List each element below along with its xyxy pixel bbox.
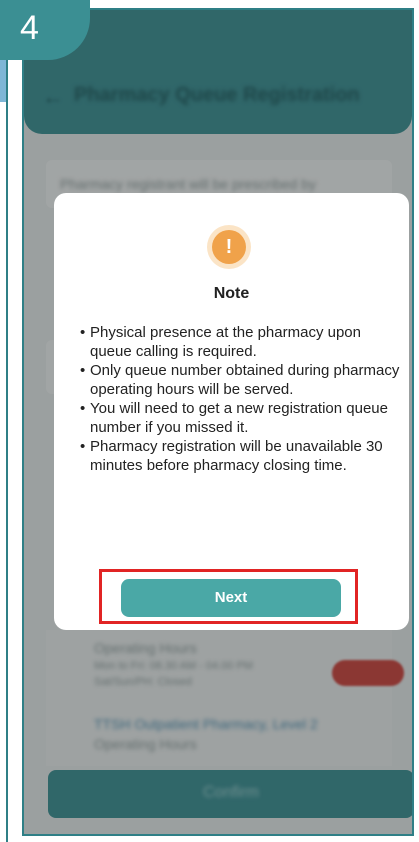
note-item: Pharmacy registration will be unavailabl… xyxy=(80,437,400,475)
notes-list: Physical presence at the pharmacy upon q… xyxy=(80,323,400,475)
highlight-box xyxy=(99,569,358,624)
left-edge-strip xyxy=(0,0,10,842)
note-item: You will need to get a new registration … xyxy=(80,399,400,437)
exclamation-glyph: ! xyxy=(212,230,246,264)
left-edge-line xyxy=(6,60,8,842)
exclamation-icon: ! xyxy=(207,225,251,269)
note-item: Physical presence at the pharmacy upon q… xyxy=(80,323,400,361)
note-item: Only queue number obtained during pharma… xyxy=(80,361,400,399)
modal-title: Note xyxy=(213,285,250,302)
note-modal: ! Note Physical presence at the pharmacy… xyxy=(54,193,409,630)
